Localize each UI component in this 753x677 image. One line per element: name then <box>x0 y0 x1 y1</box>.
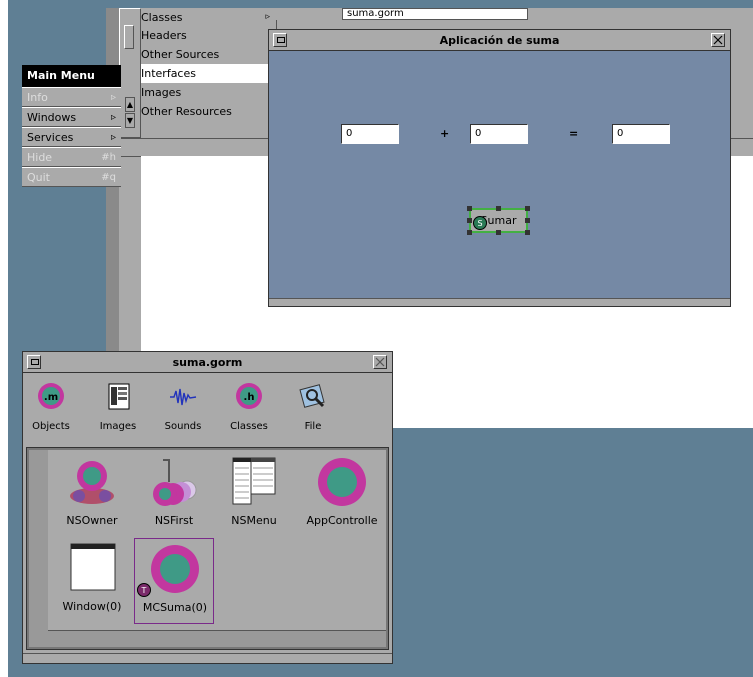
gorm-resize-bar[interactable] <box>23 653 392 663</box>
objects-pane: NSOwner NSFirst NSMenu AppControlle Wind… <box>48 450 386 630</box>
object-window[interactable]: Window(0) <box>52 538 132 624</box>
second-number-field[interactable]: 0 <box>470 124 528 144</box>
resize-handle[interactable] <box>525 230 530 235</box>
submenu-arrow-icon: ▹ <box>110 112 116 123</box>
window-icon <box>67 542 117 594</box>
images-tab[interactable]: Images <box>90 377 146 437</box>
submenu-arrow-icon: ▹ <box>110 92 116 103</box>
submenu-arrow-icon: ▹ <box>265 12 270 22</box>
file-tab[interactable]: File <box>285 377 341 437</box>
resize-handle[interactable] <box>467 206 472 211</box>
sound-wave-icon <box>168 381 198 411</box>
file-inspector-icon <box>298 381 328 411</box>
app-window-title: Aplicación de suma <box>439 34 560 47</box>
connection-source-icon: S <box>473 216 487 230</box>
object-mcsuma[interactable]: T MCSuma(0) <box>134 538 214 624</box>
objects-view: NSOwner NSFirst NSMenu AppControlle Wind… <box>26 447 389 650</box>
object-appcontroller[interactable]: AppControlle <box>302 452 382 538</box>
submenu-arrow-icon: ▹ <box>110 132 116 143</box>
resize-handle[interactable] <box>496 230 501 235</box>
menu-icon <box>229 456 279 508</box>
resize-handle[interactable] <box>496 206 501 211</box>
connection-target-icon: T <box>137 583 151 597</box>
classes-tab[interactable]: .h Classes <box>221 377 277 437</box>
list-item-headers[interactable]: Headers <box>141 26 276 45</box>
sounds-tab[interactable]: Sounds <box>155 377 211 437</box>
nsowner-icon <box>67 456 117 508</box>
objects-tab[interactable]: .m Objects <box>23 377 79 437</box>
sounds-tab-label: Sounds <box>164 421 202 432</box>
main-menu: Main Menu Info ▹ Windows ▹ Services ▹ Hide #… <box>22 65 121 187</box>
classes-icon-text: .h <box>244 392 255 403</box>
plus-label: + <box>440 127 450 140</box>
file-tab-label: File <box>304 421 322 432</box>
menu-item-hide[interactable]: Hide #h <box>22 147 121 167</box>
app-titlebar[interactable]: Aplicación de suma <box>269 30 730 51</box>
first-number-field[interactable]: 0 <box>341 124 399 144</box>
objects-tab-label: Objects <box>32 421 70 432</box>
gorm-document-window: suma.gorm .m Objects Images Sounds .h Cl… <box>22 351 393 664</box>
list-item-classes[interactable]: Classes ▹ <box>141 8 276 27</box>
miniaturize-icon[interactable] <box>273 33 287 47</box>
menu-item-windows[interactable]: Windows ▹ <box>22 107 121 127</box>
app-window: Aplicación de suma 0 + 0 = 0 Sumar S <box>268 29 731 307</box>
mcsuma-icon <box>150 543 200 595</box>
menu-item-services[interactable]: Services ▹ <box>22 127 121 147</box>
menu-item-info[interactable]: Info ▹ <box>22 87 121 107</box>
gorm-titlebar[interactable]: suma.gorm <box>23 352 392 373</box>
object-label: NSMenu <box>231 514 277 527</box>
list-item-other-sources[interactable]: Other Sources <box>141 45 276 64</box>
close-icon[interactable] <box>373 355 387 369</box>
miniaturize-icon[interactable] <box>27 355 41 369</box>
classes-icon: .h <box>234 381 264 411</box>
gorm-window-title: suma.gorm <box>172 356 243 369</box>
appcontroller-icon <box>317 456 367 508</box>
list-item-images[interactable]: Images <box>141 83 276 102</box>
images-tab-label: Images <box>99 421 137 432</box>
resize-handle[interactable] <box>467 230 472 235</box>
resize-handle[interactable] <box>467 218 472 223</box>
scroll-knob[interactable] <box>124 25 134 49</box>
objects-vscroll[interactable] <box>29 450 48 647</box>
object-label: AppControlle <box>306 514 378 527</box>
app-resize-bar[interactable] <box>269 298 730 306</box>
object-nsmenu[interactable]: NSMenu <box>214 452 294 538</box>
shortcut-hint: #h <box>101 152 116 163</box>
objects-hscroll[interactable] <box>48 630 386 647</box>
resource-list: Classes ▹ Headers Other Sources Interface… <box>141 11 277 138</box>
object-label: Window(0) <box>62 600 122 613</box>
object-label: NSFirst <box>154 514 194 527</box>
resize-handle[interactable] <box>525 206 530 211</box>
equals-label: = <box>569 127 579 140</box>
file-list-column[interactable]: suma.gorm <box>342 8 528 20</box>
scroll-down-button[interactable]: ▼ <box>125 113 135 128</box>
browser-scroller[interactable]: ▲ ▼ <box>119 8 141 138</box>
empty-column <box>528 8 753 20</box>
app-content: 0 + 0 = 0 Sumar S <box>269 51 730 298</box>
close-icon[interactable] <box>711 33 725 47</box>
objects-icon-text: .m <box>44 392 58 403</box>
shortcut-hint: #q <box>101 172 116 183</box>
main-menu-title: Main Menu <box>22 65 121 87</box>
resize-handle[interactable] <box>525 218 530 223</box>
object-nsfirst[interactable]: NSFirst <box>134 452 214 538</box>
nsfirst-icon <box>149 456 199 508</box>
object-label: NSOwner <box>66 514 118 527</box>
scroll-up-button[interactable]: ▲ <box>125 97 135 112</box>
images-icon <box>103 381 133 411</box>
object-nsowner[interactable]: NSOwner <box>52 452 132 538</box>
objects-icon: .m <box>36 381 66 411</box>
list-item-interfaces[interactable]: Interfaces <box>141 64 276 83</box>
object-label: MCSuma(0) <box>142 601 208 614</box>
list-item-other-resources[interactable]: Other Resources <box>141 102 276 121</box>
menu-item-quit[interactable]: Quit #q <box>22 167 121 187</box>
classes-tab-label: Classes <box>230 421 268 432</box>
result-field[interactable]: 0 <box>612 124 670 144</box>
